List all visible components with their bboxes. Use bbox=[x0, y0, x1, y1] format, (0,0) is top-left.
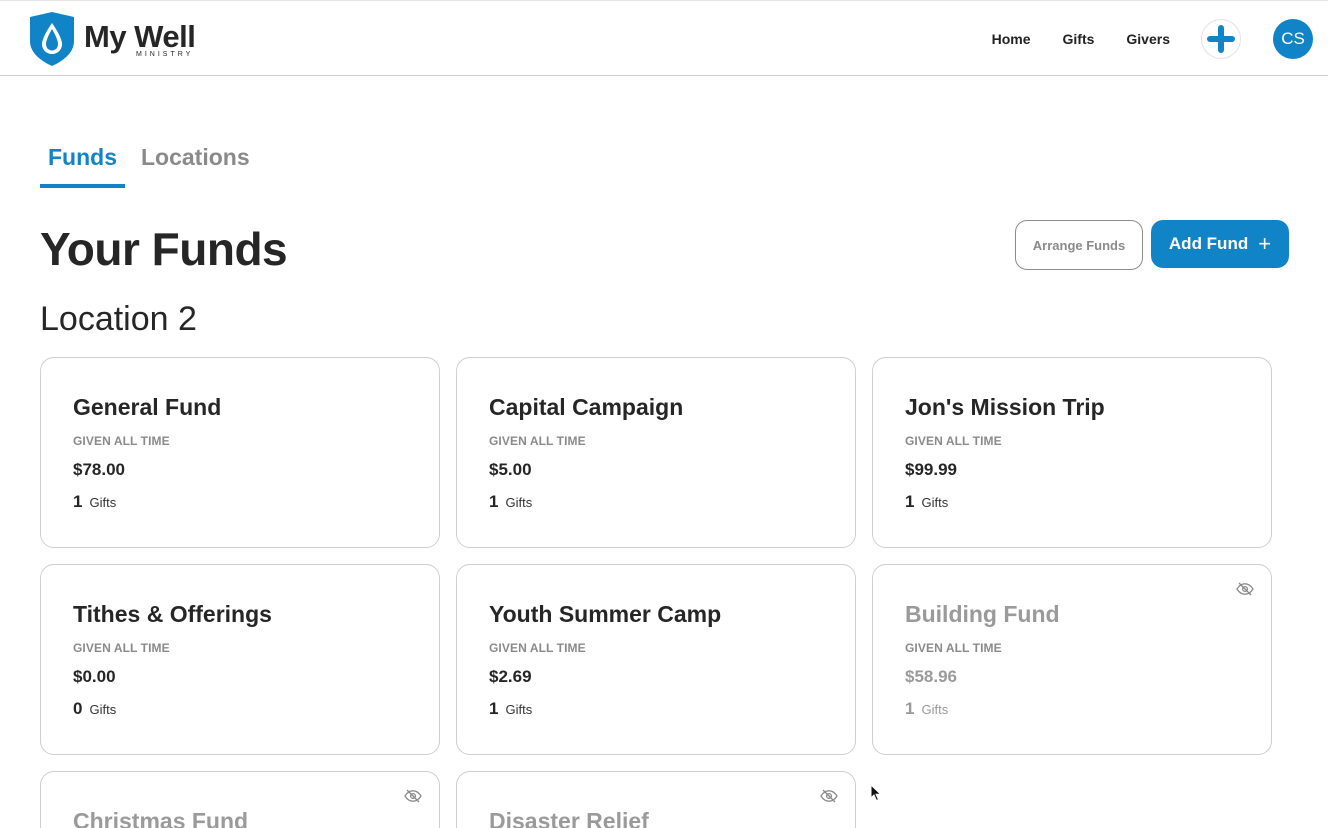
eye-slash-icon[interactable] bbox=[404, 789, 422, 803]
fund-name: Capital Campaign bbox=[489, 394, 684, 420]
fund-card-hidden[interactable]: Christmas Fund bbox=[40, 771, 440, 828]
nav-home-link[interactable]: Home bbox=[992, 31, 1031, 47]
gift-count: 1 bbox=[905, 699, 915, 718]
eye-slash-icon[interactable] bbox=[820, 789, 838, 803]
gift-count: 0 bbox=[73, 699, 83, 718]
given-label: GIVEN ALL TIME bbox=[489, 434, 586, 448]
brand-subtitle: MINISTRY bbox=[136, 50, 194, 58]
add-fund-button[interactable]: Add Fund + bbox=[1151, 220, 1289, 268]
page-title: Your Funds bbox=[40, 223, 288, 275]
gift-count: 1 bbox=[73, 492, 83, 511]
gift-label: Gifts bbox=[505, 495, 533, 510]
gift-label: Gifts bbox=[89, 495, 117, 510]
fund-name: Jon's Mission Trip bbox=[905, 394, 1105, 420]
given-label: GIVEN ALL TIME bbox=[905, 641, 1002, 655]
fund-name: Tithes & Offerings bbox=[73, 601, 272, 627]
top-header: My Well MINISTRY Home Gifts Givers CS bbox=[0, 0, 1328, 76]
fund-card[interactable]: Tithes & Offerings GIVEN ALL TIME $0.00 … bbox=[40, 564, 440, 755]
page-tabs: Funds Locations bbox=[40, 140, 266, 188]
water-drop-shield-icon bbox=[30, 12, 74, 66]
brand-logo[interactable]: My Well MINISTRY bbox=[26, 11, 196, 67]
fund-amount: $78.00 bbox=[73, 460, 125, 479]
fund-card-hidden[interactable]: Disaster Relief bbox=[456, 771, 856, 828]
given-label: GIVEN ALL TIME bbox=[73, 434, 170, 448]
user-avatar[interactable]: CS bbox=[1273, 19, 1313, 59]
gift-label: Gifts bbox=[921, 495, 949, 510]
plus-icon bbox=[1207, 25, 1235, 53]
gift-label: Gifts bbox=[505, 702, 533, 717]
fund-amount: $99.99 bbox=[905, 460, 957, 479]
given-label: GIVEN ALL TIME bbox=[905, 434, 1002, 448]
eye-slash-icon[interactable] bbox=[1236, 582, 1254, 596]
fund-card[interactable]: General Fund GIVEN ALL TIME $78.00 1 Gift… bbox=[40, 357, 440, 548]
gift-count: 1 bbox=[489, 699, 499, 718]
fund-card[interactable]: Jon's Mission Trip GIVEN ALL TIME $99.99… bbox=[872, 357, 1272, 548]
add-fund-label: Add Fund bbox=[1168, 234, 1249, 253]
add-icon: + bbox=[1258, 231, 1272, 256]
fund-amount: $2.69 bbox=[489, 667, 532, 686]
fund-amount: $58.96 bbox=[905, 667, 957, 686]
gift-label: Gifts bbox=[89, 702, 117, 717]
gift-count: 1 bbox=[905, 492, 915, 511]
fund-card[interactable]: Youth Summer Camp GIVEN ALL TIME $2.69 1… bbox=[456, 564, 856, 755]
gift-count: 1 bbox=[489, 492, 499, 511]
nav-gifts-link[interactable]: Gifts bbox=[1063, 31, 1095, 47]
fund-name: Disaster Relief bbox=[489, 808, 649, 828]
fund-name: Building Fund bbox=[905, 601, 1060, 627]
given-label: GIVEN ALL TIME bbox=[489, 641, 586, 655]
fund-card[interactable]: Capital Campaign GIVEN ALL TIME $5.00 1G… bbox=[456, 357, 856, 548]
mouse-pointer-icon bbox=[870, 784, 882, 802]
arrange-funds-button[interactable]: Arrange Funds bbox=[1015, 220, 1143, 270]
fund-card-hidden[interactable]: Building Fund GIVEN ALL TIME $58.96 1 Gif… bbox=[872, 564, 1272, 755]
tab-funds[interactable]: Funds bbox=[40, 140, 125, 188]
tab-locations[interactable]: Locations bbox=[133, 140, 258, 188]
fund-name: General Fund bbox=[73, 394, 222, 420]
brand-title: My Well bbox=[84, 18, 196, 54]
location-heading: Location 2 bbox=[40, 300, 197, 338]
fund-amount: $0.00 bbox=[73, 667, 116, 686]
quick-add-button[interactable] bbox=[1201, 19, 1241, 59]
nav-givers-link[interactable]: Givers bbox=[1126, 31, 1170, 47]
fund-name: Youth Summer Camp bbox=[489, 601, 722, 627]
fund-name: Christmas Fund bbox=[73, 808, 249, 828]
given-label: GIVEN ALL TIME bbox=[73, 641, 170, 655]
gift-label: Gifts bbox=[921, 702, 949, 717]
fund-amount: $5.00 bbox=[489, 460, 532, 479]
main-nav: Home Gifts Givers CS bbox=[992, 1, 1328, 77]
